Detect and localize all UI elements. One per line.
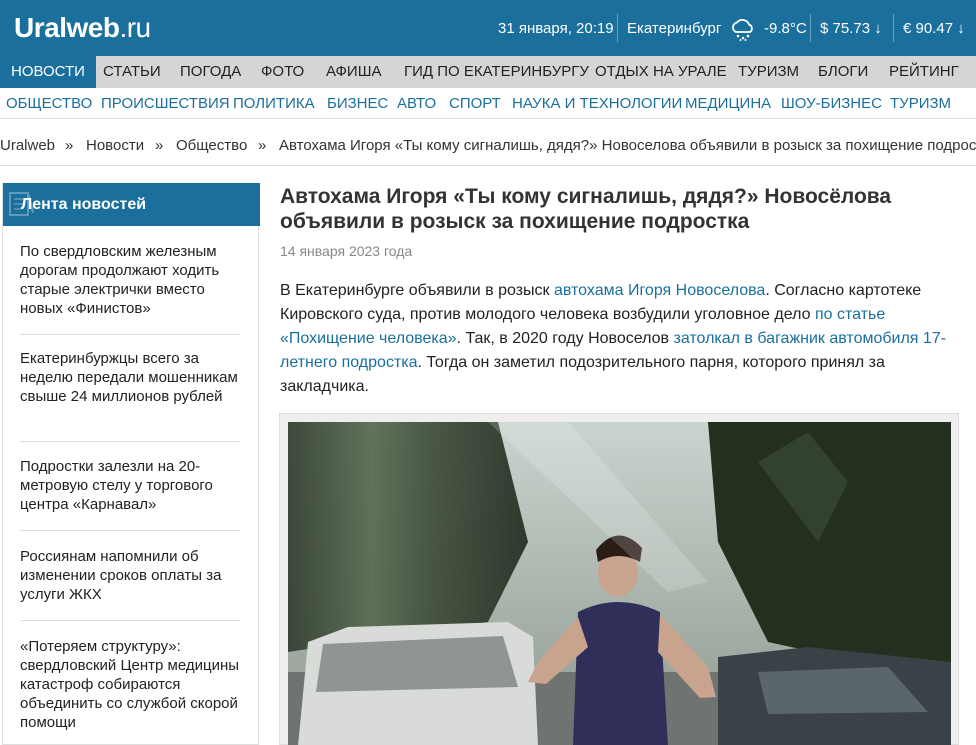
sub-nav: ОБЩЕСТВО ПРОИСШЕСТВИЯ ПОЛИТИКА БИЗНЕС АВ… (0, 88, 976, 119)
usd-rate: $ 75.73 ↓ (820, 19, 882, 37)
news-feed-sidebar: Лента новостей По свердловским железным … (2, 183, 260, 745)
breadcrumb-separator: » (155, 137, 164, 154)
news-feed-header: Лента новостей (3, 183, 260, 226)
subnav-item-auto[interactable]: АВТО (397, 88, 436, 119)
news-feed-divider (20, 530, 240, 531)
news-feed-title: Лента новостей (21, 196, 147, 213)
news-feed-item[interactable]: «Потеряем структуру»: свердловский Центр… (20, 637, 242, 732)
breadcrumb-home[interactable]: Uralweb (0, 137, 55, 154)
header-datetime: 31 января, 20:19 (498, 19, 614, 37)
subnav-item-science[interactable]: НАУКА И ТЕХНОЛОГИИ (512, 88, 682, 119)
subnav-item-business[interactable]: БИЗНЕС (327, 88, 388, 119)
nav-item-articles[interactable]: СТАТЬИ (103, 56, 161, 88)
breadcrumb-current: Автохама Игоря «Ты кому сигналишь, дядя?… (279, 137, 976, 154)
article-photo[interactable] (288, 422, 951, 745)
header-divider (617, 14, 618, 42)
logo-main: Uralweb (14, 12, 120, 43)
subnav-item-sport[interactable]: СПОРТ (449, 88, 501, 119)
article-photo-frame (279, 413, 959, 745)
nav-item-photo[interactable]: ФОТО (261, 56, 304, 88)
breadcrumb-news[interactable]: Новости (86, 137, 144, 154)
news-feed-divider (20, 334, 240, 335)
breadcrumb-divider (0, 165, 976, 166)
eur-rate: € 90.47 ↓ (903, 19, 965, 37)
subnav-item-tourism[interactable]: ТУРИЗМ (890, 88, 951, 119)
nav-item-tourism[interactable]: ТУРИЗМ (738, 56, 799, 88)
nav-item-rating[interactable]: РЕЙТИНГ (889, 56, 959, 88)
breadcrumb-separator: » (65, 137, 74, 154)
article-link-person[interactable]: автохама Игоря Новоселова (554, 282, 765, 299)
breadcrumb-separator: » (258, 137, 267, 154)
nav-item-news[interactable]: НОВОСТИ (0, 56, 96, 88)
nav-item-guide[interactable]: ГИД ПО ЕКАТЕРИНБУРГУ (404, 56, 589, 88)
article-text: В Екатеринбурге объявили в розыск (280, 282, 554, 299)
article-title: Автохама Игоря «Ты кому сигналишь, дядя?… (280, 185, 892, 233)
nav-item-weather[interactable]: ПОГОДА (180, 56, 241, 88)
header-city[interactable]: Екатеринбург (627, 0, 721, 56)
subnav-item-medicine[interactable]: МЕДИЦИНА (685, 88, 771, 119)
site-header: Uralweb.ru 31 января, 20:19 Екатеринбург… (0, 0, 976, 56)
header-divider (893, 14, 894, 42)
nav-item-ural-rest[interactable]: ОТДЫХ НА УРАЛЕ (595, 56, 727, 88)
logo-tld: .ru (119, 12, 151, 43)
header-divider (810, 14, 811, 42)
news-feed-divider (20, 441, 240, 442)
news-feed-item[interactable]: Подростки залезли на 20-метровую стелу у… (20, 457, 242, 514)
news-feed-item[interactable]: По свердловским железным дорогам продолж… (20, 242, 242, 318)
news-feed-item[interactable]: Екатеринбуржцы всего за неделю передали … (20, 349, 242, 406)
breadcrumb: Uralweb » Новости » Общество » Автохама … (0, 133, 976, 159)
subnav-item-society[interactable]: ОБЩЕСТВО (6, 88, 92, 119)
main-nav: НОВОСТИ СТАТЬИ ПОГОДА ФОТО АФИША ГИД ПО … (0, 56, 976, 88)
subnav-item-politics[interactable]: ПОЛИТИКА (233, 88, 315, 119)
snow-cloud-icon (732, 19, 753, 41)
breadcrumb-section[interactable]: Общество (176, 137, 247, 154)
header-temperature: -9.8°C (764, 19, 807, 37)
article-date: 14 января 2023 года (280, 243, 413, 259)
nav-item-afisha[interactable]: АФИША (326, 56, 381, 88)
article-body: В Екатеринбурге объявили в розыск автоха… (280, 279, 960, 399)
subnav-item-showbiz[interactable]: ШОУ-БИЗНЕС (781, 88, 882, 119)
subnav-item-incidents[interactable]: ПРОИСШЕСТВИЯ (101, 88, 230, 119)
site-logo[interactable]: Uralweb.ru (14, 12, 151, 44)
news-feed-item[interactable]: Россиянам напомнили об изменении сроков … (20, 547, 242, 604)
article-text: . Так, в 2020 году Новоселов (456, 330, 674, 347)
news-feed-divider (20, 620, 240, 621)
nav-item-blogs[interactable]: БЛОГИ (818, 56, 868, 88)
